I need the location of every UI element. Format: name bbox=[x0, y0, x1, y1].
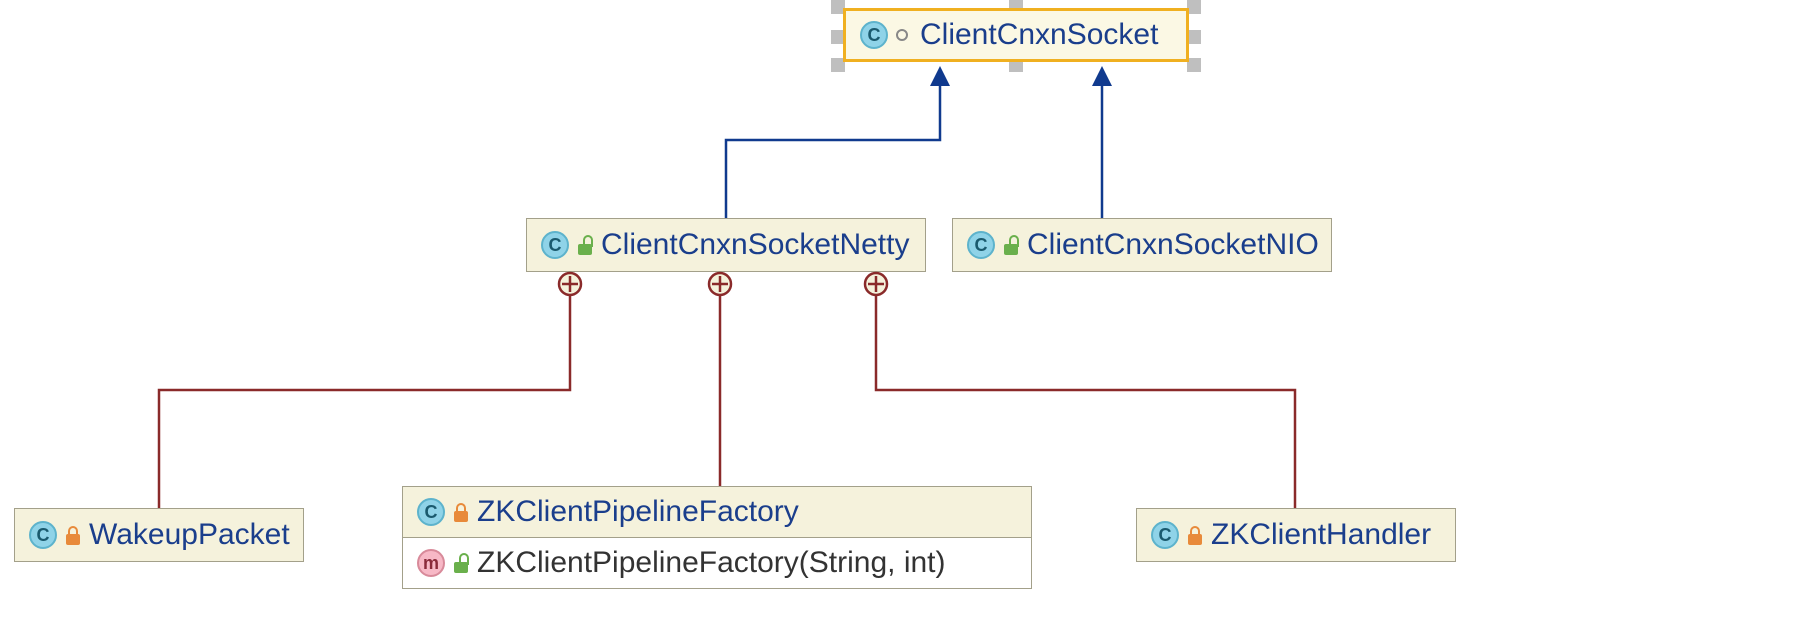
inner-class-edge bbox=[159, 273, 581, 508]
class-label: WakeupPacket bbox=[89, 518, 290, 552]
class-node-wakeup-packet[interactable]: C WakeupPacket bbox=[14, 508, 304, 562]
class-label: ClientCnxnSocketNetty bbox=[601, 228, 909, 262]
class-icon: C bbox=[860, 21, 888, 49]
class-node-zk-client-handler[interactable]: C ZKClientHandler bbox=[1136, 508, 1456, 562]
class-node-client-cnxn-socket[interactable]: C ClientCnxnSocket bbox=[843, 8, 1189, 62]
class-icon: C bbox=[541, 231, 569, 259]
package-private-icon bbox=[1003, 235, 1019, 255]
inner-class-edge bbox=[709, 273, 731, 486]
private-icon bbox=[453, 502, 469, 522]
private-icon bbox=[65, 525, 81, 545]
class-node-zk-client-pipeline-factory[interactable]: C ZKClientPipelineFactory m ZKClientPipe… bbox=[402, 486, 1032, 589]
inheritance-edge bbox=[1092, 66, 1112, 218]
class-label: ZKClientPipelineFactory bbox=[477, 495, 799, 529]
method-label: ZKClientPipelineFactory(String, int) bbox=[477, 546, 946, 580]
method-row[interactable]: m ZKClientPipelineFactory(String, int) bbox=[403, 538, 1031, 588]
inheritance-edge bbox=[726, 66, 950, 218]
class-label: ZKClientHandler bbox=[1211, 518, 1431, 552]
class-icon: C bbox=[417, 498, 445, 526]
selection-handle[interactable] bbox=[1187, 58, 1201, 72]
class-label: ClientCnxnSocket bbox=[920, 18, 1158, 52]
selection-handle[interactable] bbox=[1187, 0, 1201, 14]
private-icon bbox=[1187, 525, 1203, 545]
inner-class-edge bbox=[865, 273, 1295, 508]
uml-diagram-canvas[interactable]: C ClientCnxnSocket C ClientCnxnSocketNet… bbox=[0, 0, 1800, 636]
method-icon: m bbox=[417, 549, 445, 577]
class-icon: C bbox=[1151, 521, 1179, 549]
selection-handle[interactable] bbox=[1187, 30, 1201, 44]
package-private-icon bbox=[577, 235, 593, 255]
class-header-row[interactable]: C ZKClientPipelineFactory bbox=[403, 487, 1031, 538]
class-icon: C bbox=[29, 521, 57, 549]
class-label: ClientCnxnSocketNIO bbox=[1027, 228, 1319, 262]
package-private-icon bbox=[453, 553, 469, 573]
abstract-indicator-icon bbox=[896, 29, 908, 41]
class-node-client-cnxn-socket-nio[interactable]: C ClientCnxnSocketNIO bbox=[952, 218, 1332, 272]
class-icon: C bbox=[967, 231, 995, 259]
class-node-client-cnxn-socket-netty[interactable]: C ClientCnxnSocketNetty bbox=[526, 218, 926, 272]
